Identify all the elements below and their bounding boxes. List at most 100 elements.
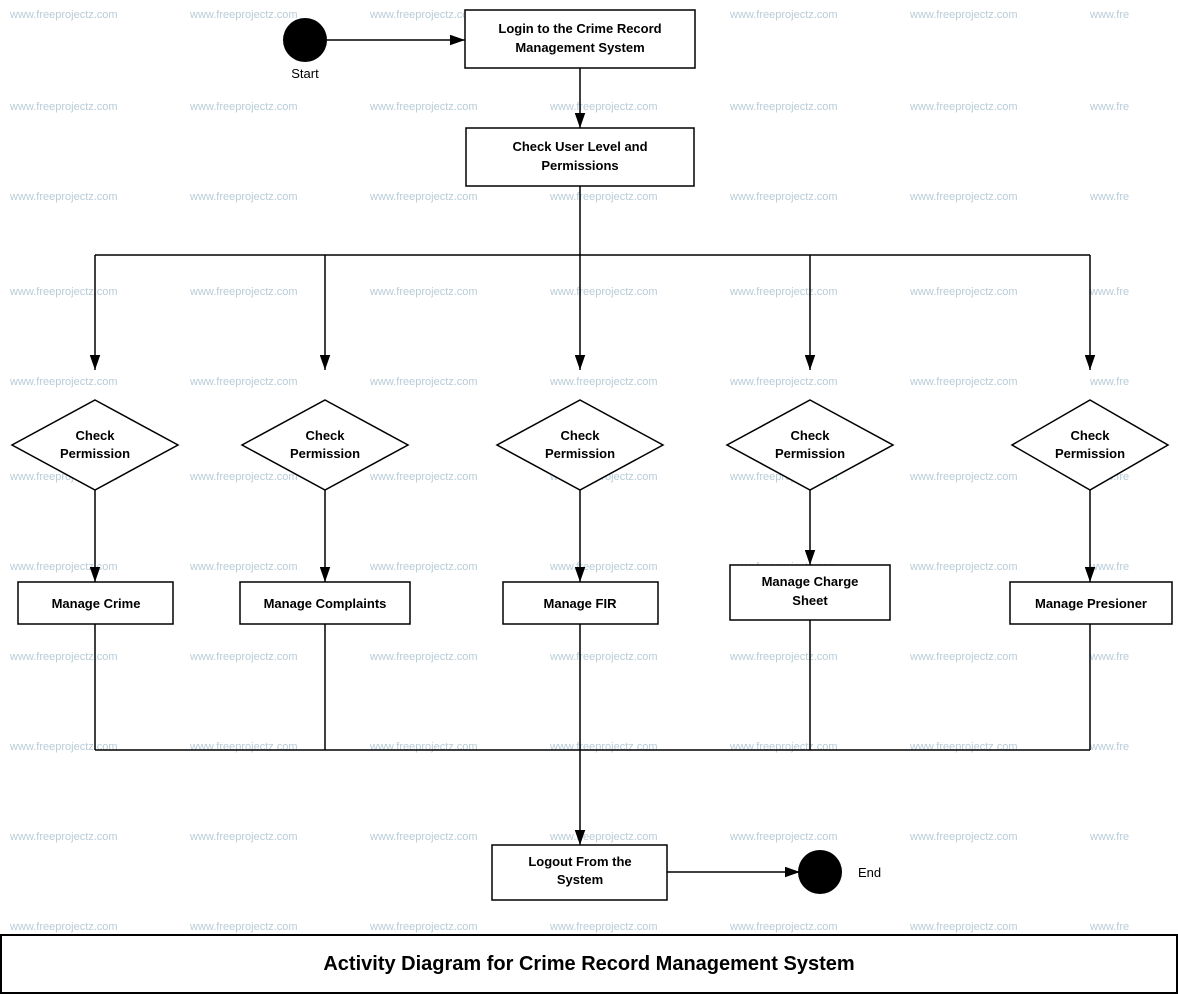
svg-text:www.freeprojectz.com: www.freeprojectz.com — [549, 286, 658, 298]
svg-text:www.freeprojectz.com: www.freeprojectz.com — [189, 651, 298, 663]
svg-text:www.freeprojectz.com: www.freeprojectz.com — [369, 921, 478, 933]
login-box — [465, 10, 695, 68]
svg-text:www.freeprojectz.com: www.freeprojectz.com — [549, 741, 658, 753]
check-user-level-text1: Check User Level and — [512, 139, 647, 154]
check-user-level-box — [466, 128, 694, 186]
title-bar: Activity Diagram for Crime Record Manage… — [0, 934, 1178, 994]
svg-text:www.freeprojectz.com: www.freeprojectz.com — [729, 376, 838, 388]
svg-text:www.fre: www.fre — [1089, 101, 1129, 113]
svg-text:www.fre: www.fre — [1089, 376, 1129, 388]
svg-text:www.fre: www.fre — [1089, 191, 1129, 203]
svg-text:www.fre: www.fre — [1089, 831, 1129, 843]
svg-text:www.freeprojectz.com: www.freeprojectz.com — [9, 921, 118, 933]
check-perm-text3b: Permission — [545, 446, 615, 461]
manage-complaints-text: Manage Complaints — [264, 596, 387, 611]
svg-text:www.freeprojectz.com: www.freeprojectz.com — [9, 191, 118, 203]
svg-text:www.freeprojectz.com: www.freeprojectz.com — [729, 9, 838, 21]
svg-text:www.freeprojectz.com: www.freeprojectz.com — [189, 561, 298, 573]
manage-charge-sheet-text2: Sheet — [792, 593, 828, 608]
svg-text:www.freeprojectz.com: www.freeprojectz.com — [369, 9, 478, 21]
svg-text:www.freeprojectz.com: www.freeprojectz.com — [729, 741, 838, 753]
svg-text:www.freeprojectz.com: www.freeprojectz.com — [909, 651, 1018, 663]
manage-charge-sheet-text1: Manage Charge — [762, 574, 859, 589]
svg-text:www.freeprojectz.com: www.freeprojectz.com — [189, 9, 298, 21]
svg-text:www.freeprojectz.com: www.freeprojectz.com — [369, 561, 478, 573]
check-perm-text4a: Check — [790, 428, 830, 443]
svg-text:www.freeprojectz.com: www.freeprojectz.com — [549, 101, 658, 113]
svg-text:www.freeprojectz.com: www.freeprojectz.com — [369, 471, 478, 483]
check-perm-text1b: Permission — [60, 446, 130, 461]
svg-text:www.freeprojectz.com: www.freeprojectz.com — [369, 831, 478, 843]
svg-text:www.freeprojectz.com: www.freeprojectz.com — [909, 9, 1018, 21]
svg-text:www.freeprojectz.com: www.freeprojectz.com — [729, 191, 838, 203]
svg-text:www.freeprojectz.com: www.freeprojectz.com — [189, 471, 298, 483]
svg-text:www.freeprojectz.com: www.freeprojectz.com — [189, 101, 298, 113]
svg-text:www.freeprojectz.com: www.freeprojectz.com — [729, 651, 838, 663]
login-text-line2: Management System — [515, 40, 644, 55]
svg-text:www.freeprojectz.com: www.freeprojectz.com — [909, 921, 1018, 933]
svg-text:www.freeprojectz.com: www.freeprojectz.com — [369, 101, 478, 113]
svg-text:www.freeprojectz.com: www.freeprojectz.com — [549, 831, 658, 843]
svg-text:www.freeprojectz.com: www.freeprojectz.com — [189, 831, 298, 843]
svg-text:www.freeprojectz.com: www.freeprojectz.com — [549, 376, 658, 388]
svg-text:www.freeprojectz.com: www.freeprojectz.com — [369, 651, 478, 663]
svg-text:www.freeprojectz.com: www.freeprojectz.com — [369, 741, 478, 753]
svg-text:www.freeprojectz.com: www.freeprojectz.com — [9, 286, 118, 298]
svg-text:www.fre: www.fre — [1089, 921, 1129, 933]
logout-text1: Logout From the — [528, 854, 631, 869]
svg-text:www.freeprojectz.com: www.freeprojectz.com — [909, 101, 1018, 113]
svg-text:www.freeprojectz.com: www.freeprojectz.com — [9, 651, 118, 663]
logout-text2: System — [557, 872, 603, 887]
svg-text:www.fre: www.fre — [1089, 741, 1129, 753]
svg-text:www.freeprojectz.com: www.freeprojectz.com — [909, 561, 1018, 573]
diagram-title: Activity Diagram for Crime Record Manage… — [323, 953, 854, 976]
svg-text:www.freeprojectz.com: www.freeprojectz.com — [729, 921, 838, 933]
check-perm-text4b: Permission — [775, 446, 845, 461]
svg-text:www.fre: www.fre — [1089, 9, 1129, 21]
svg-text:www.freeprojectz.com: www.freeprojectz.com — [549, 561, 658, 573]
svg-text:www.freeprojectz.com: www.freeprojectz.com — [9, 741, 118, 753]
svg-text:www.freeprojectz.com: www.freeprojectz.com — [9, 831, 118, 843]
svg-text:www.freeprojectz.com: www.freeprojectz.com — [369, 191, 478, 203]
svg-text:www.freeprojectz.com: www.freeprojectz.com — [909, 741, 1018, 753]
svg-text:www.freeprojectz.com: www.freeprojectz.com — [189, 921, 298, 933]
login-text-line1: Login to the Crime Record — [498, 21, 661, 36]
check-perm-diamond-5 — [1012, 400, 1168, 490]
svg-text:www.freeprojectz.com: www.freeprojectz.com — [9, 376, 118, 388]
start-node — [283, 18, 327, 62]
svg-text:www.freeprojectz.com: www.freeprojectz.com — [909, 191, 1018, 203]
manage-crime-text: Manage Crime — [52, 596, 141, 611]
svg-text:www.fre: www.fre — [1089, 286, 1129, 298]
check-user-level-text2: Permissions — [541, 158, 618, 173]
svg-text:www.freeprojectz.com: www.freeprojectz.com — [729, 831, 838, 843]
svg-text:www.fre: www.fre — [1089, 561, 1129, 573]
svg-text:www.freeprojectz.com: www.freeprojectz.com — [729, 286, 838, 298]
svg-text:www.freeprojectz.com: www.freeprojectz.com — [189, 741, 298, 753]
svg-text:www.freeprojectz.com: www.freeprojectz.com — [189, 286, 298, 298]
svg-text:www.fre: www.fre — [1089, 651, 1129, 663]
svg-text:www.freeprojectz.com: www.freeprojectz.com — [909, 831, 1018, 843]
check-perm-text5a: Check — [1070, 428, 1110, 443]
check-perm-text3a: Check — [560, 428, 600, 443]
start-label: Start — [291, 66, 319, 81]
svg-text:www.freeprojectz.com: www.freeprojectz.com — [549, 651, 658, 663]
svg-text:www.freeprojectz.com: www.freeprojectz.com — [909, 286, 1018, 298]
check-perm-text5b: Permission — [1055, 446, 1125, 461]
svg-text:www.freeprojectz.com: www.freeprojectz.com — [369, 376, 478, 388]
check-perm-text1a: Check — [75, 428, 115, 443]
svg-text:www.freeprojectz.com: www.freeprojectz.com — [549, 191, 658, 203]
svg-text:www.freeprojectz.com: www.freeprojectz.com — [549, 921, 658, 933]
svg-text:www.freeprojectz.com: www.freeprojectz.com — [909, 471, 1018, 483]
svg-text:www.freeprojectz.com: www.freeprojectz.com — [9, 561, 118, 573]
activity-diagram: www.freeprojectz.com www.freeprojectz.co… — [0, 0, 1178, 994]
svg-text:www.freeprojectz.com: www.freeprojectz.com — [189, 191, 298, 203]
end-label: End — [858, 865, 881, 880]
manage-fir-text: Manage FIR — [544, 596, 618, 611]
check-perm-text2b: Permission — [290, 446, 360, 461]
svg-text:www.freeprojectz.com: www.freeprojectz.com — [369, 286, 478, 298]
end-node — [798, 850, 842, 894]
svg-text:www.freeprojectz.com: www.freeprojectz.com — [9, 9, 118, 21]
check-perm-text2a: Check — [305, 428, 345, 443]
svg-text:www.freeprojectz.com: www.freeprojectz.com — [9, 101, 118, 113]
manage-prisoner-text: Manage Presioner — [1035, 596, 1147, 611]
